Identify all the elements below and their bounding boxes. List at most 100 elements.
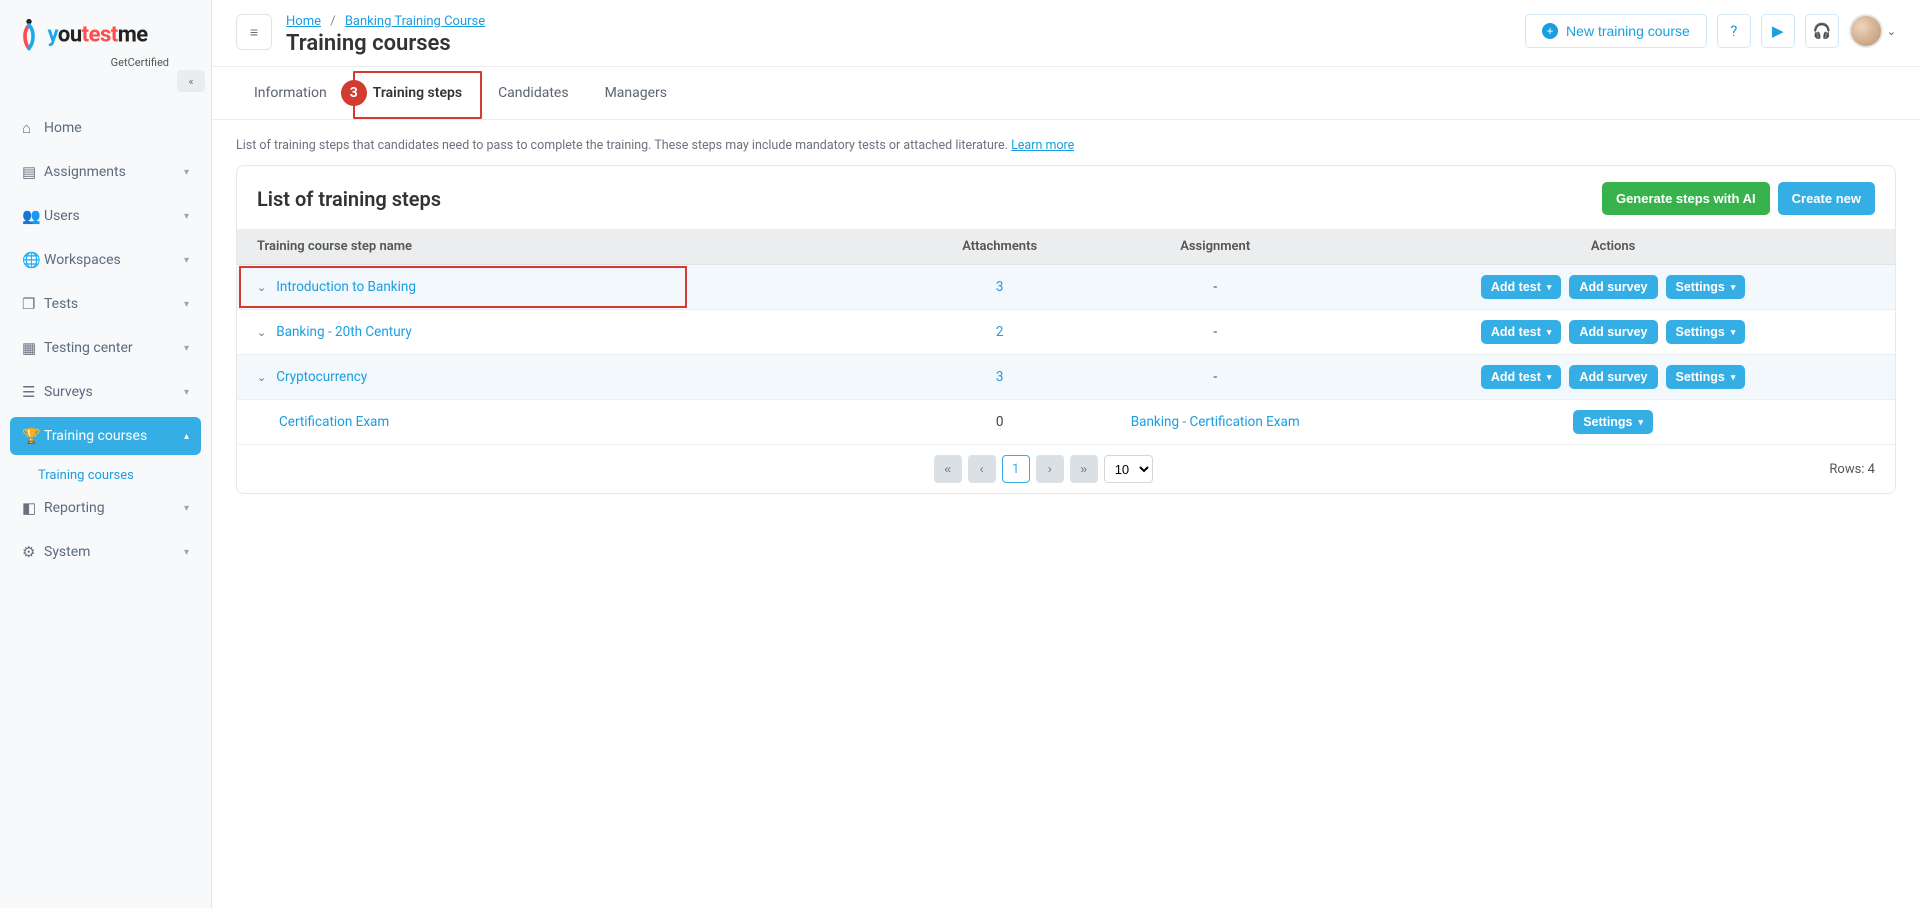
plus-icon: + [1542, 23, 1558, 39]
breadcrumb-course[interactable]: Banking Training Course [345, 14, 485, 29]
logo: youtestme GetCertified [0, 0, 211, 79]
sidebar-item-reporting[interactable]: ◧ Reporting ▾ [10, 489, 201, 527]
sidebar-item-system[interactable]: ⚙ System ▾ [10, 533, 201, 571]
chevron-double-right-icon: » [1080, 462, 1087, 476]
col-header-actions: Actions [1331, 229, 1895, 265]
page-size-select[interactable]: 10 [1104, 455, 1153, 483]
avatar [1849, 14, 1883, 48]
sidebar-item-surveys[interactable]: ☰ Surveys ▾ [10, 373, 201, 411]
sidebar-item-users[interactable]: 👥 Users ▾ [10, 197, 201, 235]
menu-toggle-button[interactable]: ≡ [236, 14, 272, 50]
sidebar-item-assignments[interactable]: ▤ Assignments ▾ [10, 153, 201, 191]
help-icon: ? [1730, 22, 1737, 40]
tab-managers[interactable]: Managers [587, 67, 685, 119]
add-test-button[interactable]: Add test▾ [1481, 275, 1562, 299]
chevron-down-icon[interactable]: ⌄ [257, 326, 266, 339]
caret-up-icon: ▴ [184, 431, 189, 442]
clipboard-icon: ▤ [22, 163, 44, 181]
caret-down-icon: ▾ [184, 167, 189, 178]
assignment-value: - [1213, 279, 1217, 295]
pager-last-button[interactable]: » [1070, 455, 1098, 483]
sidebar-item-testing-center[interactable]: ▦ Testing center ▾ [10, 329, 201, 367]
gear-icon: ⚙ [22, 543, 44, 561]
chevron-down-icon[interactable]: ⌄ [257, 371, 266, 384]
help-text: List of training steps that candidates n… [236, 138, 1896, 153]
sidebar-collapse-button[interactable]: « [177, 70, 205, 92]
caret-down-icon: ▾ [184, 255, 189, 266]
generate-steps-ai-button[interactable]: Generate steps with AI [1602, 182, 1770, 215]
training-steps-panel: List of training steps Generate steps wi… [236, 165, 1896, 494]
pagination: « ‹ 1 › » 10 Rows: 4 [237, 445, 1895, 493]
sidebar-item-label: Tests [44, 296, 184, 312]
add-test-button[interactable]: Add test▾ [1481, 320, 1562, 344]
caret-down-icon: ▾ [1639, 417, 1644, 428]
step-name-link[interactable]: Introduction to Banking [276, 279, 416, 295]
settings-button[interactable]: Settings▾ [1573, 410, 1653, 434]
logo-text: youtestme [47, 23, 147, 48]
trophy-icon: 🏆 [22, 427, 44, 445]
play-button[interactable]: ▶ [1761, 14, 1795, 48]
step-name-link[interactable]: Certification Exam [279, 414, 389, 430]
tab-information[interactable]: Information [236, 67, 355, 119]
chevron-double-left-icon: « [188, 75, 193, 88]
settings-button[interactable]: Settings▾ [1666, 365, 1746, 389]
caret-down-icon: ▾ [1547, 327, 1552, 338]
step-name-link[interactable]: Cryptocurrency [276, 369, 367, 385]
main-area: ≡ Home / Banking Training Course Trainin… [212, 0, 1920, 908]
sidebar-item-label: Users [44, 208, 184, 224]
home-icon: ⌂ [22, 119, 44, 137]
add-test-button[interactable]: Add test▾ [1481, 365, 1562, 389]
learn-more-link[interactable]: Learn more [1011, 138, 1074, 153]
breadcrumb-home[interactable]: Home [286, 14, 321, 29]
logo-subtitle: GetCertified [20, 56, 191, 69]
pager-first-button[interactable]: « [934, 455, 962, 483]
chevron-down-icon: ⌄ [1887, 25, 1896, 38]
step-name-link[interactable]: Banking - 20th Century [276, 324, 412, 340]
caret-down-icon: ▾ [184, 343, 189, 354]
user-menu[interactable]: ⌄ [1849, 14, 1896, 48]
pager-prev-button[interactable]: ‹ [968, 455, 996, 483]
settings-button[interactable]: Settings▾ [1666, 275, 1746, 299]
tab-label: Training steps [373, 85, 462, 101]
caret-down-icon: ▾ [1731, 327, 1736, 338]
new-training-course-button[interactable]: + New training course [1525, 14, 1707, 48]
attachments-count[interactable]: 3 [996, 279, 1004, 295]
chevron-double-left-icon: « [944, 462, 951, 476]
add-survey-button[interactable]: Add survey [1569, 365, 1657, 389]
sidebar-item-label: Home [44, 120, 189, 136]
support-button[interactable]: 🎧 [1805, 14, 1839, 48]
table-row: ⌄ Banking - 20th Century 2 - Add test▾ A… [237, 310, 1895, 355]
help-text-body: List of training steps that candidates n… [236, 138, 1011, 153]
panel-title: List of training steps [257, 187, 1602, 211]
caret-down-icon: ▾ [1731, 372, 1736, 383]
caret-down-icon: ▾ [184, 387, 189, 398]
add-survey-button[interactable]: Add survey [1569, 275, 1657, 299]
settings-button[interactable]: Settings▾ [1666, 320, 1746, 344]
sidebar-subnav: Training courses [10, 461, 201, 489]
tab-training-steps[interactable]: 3 Training steps [355, 67, 480, 119]
attachments-count[interactable]: 3 [996, 369, 1004, 385]
sidebar-item-tests[interactable]: ❐ Tests ▾ [10, 285, 201, 323]
caret-down-icon: ▾ [184, 503, 189, 514]
chevron-down-icon[interactable]: ⌄ [257, 281, 266, 294]
sidebar-item-training-courses[interactable]: 🏆 Training courses ▴ [10, 417, 201, 455]
pager-current-page[interactable]: 1 [1002, 455, 1030, 483]
chevron-left-icon: ‹ [980, 462, 984, 476]
caret-down-icon: ▾ [1731, 282, 1736, 293]
page-title: Training courses [286, 31, 1525, 56]
assignment-link[interactable]: Banking - Certification Exam [1131, 414, 1300, 430]
sidebar-item-label: Reporting [44, 500, 184, 516]
help-button[interactable]: ? [1717, 14, 1751, 48]
caret-down-icon: ▾ [1547, 372, 1552, 383]
copy-icon: ❐ [22, 295, 44, 313]
tab-candidates[interactable]: Candidates [480, 67, 587, 119]
sidebar-item-workspaces[interactable]: 🌐 Workspaces ▾ [10, 241, 201, 279]
add-survey-button[interactable]: Add survey [1569, 320, 1657, 344]
pager-next-button[interactable]: › [1036, 455, 1064, 483]
calendar-icon: ▦ [22, 339, 44, 357]
create-new-button[interactable]: Create new [1778, 182, 1875, 215]
sidebar-item-home[interactable]: ⌂ Home [10, 109, 201, 147]
sidebar-sub-training-courses[interactable]: Training courses [38, 468, 134, 483]
report-icon: ◧ [22, 499, 44, 517]
attachments-count[interactable]: 2 [996, 324, 1004, 340]
